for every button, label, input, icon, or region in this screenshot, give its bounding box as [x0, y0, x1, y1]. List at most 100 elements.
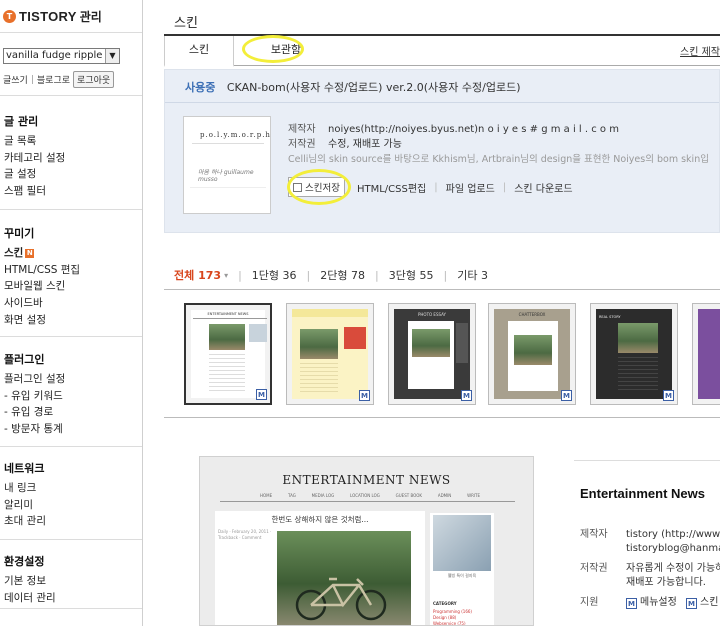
sidebar-group-title: 네트워크 — [4, 462, 45, 475]
logout-button[interactable]: 로그아웃 — [73, 71, 115, 88]
admin-sidebar: T TISTORY 관리 vanilla fudge ripple ▼ 글쓰기 … — [0, 0, 143, 626]
thumb-photo — [300, 329, 338, 359]
skin-create-link[interactable]: 스킨 제작 — [680, 43, 720, 58]
sidebar-item-visitor-stats[interactable]: - 방문자 통계 — [4, 421, 65, 438]
skin-link[interactable]: M 스킨 — [686, 596, 718, 610]
highlight-circle — [242, 35, 304, 63]
sidebar-item-category[interactable]: 카테고리 설정 — [4, 150, 65, 167]
blog-link[interactable]: 블로그로 — [37, 73, 70, 86]
blog-select[interactable]: vanilla fudge ripple ▼ — [3, 48, 120, 64]
mobile-badge: M — [461, 390, 472, 401]
sidebar-item-html-css[interactable]: HTML/CSS 편집 — [4, 262, 80, 279]
preview-nav-item: GUEST BOOK — [395, 493, 423, 498]
skin-description: Celli님의 skin source를 바탕으로 Kkhism님, Artbr… — [288, 154, 708, 165]
action-separator: | — [434, 181, 438, 193]
sidebar-item-mobile-skin[interactable]: 모바일웹 스킨 — [4, 278, 80, 295]
sidebar-item-inflow-path[interactable]: - 유입 경로 — [4, 404, 65, 421]
sidebar-item-data-management[interactable]: 데이터 관리 — [4, 590, 56, 607]
detail-rights-value2: 재배포 가능합니다. — [626, 577, 706, 588]
preview-category-title: CATEGORY — [433, 601, 457, 606]
page-title: 스킨 — [174, 16, 198, 31]
preview-category-item: Webservice (75) — [433, 621, 466, 626]
sidebar-item-plugin-settings[interactable]: 플러그인 설정 — [4, 371, 65, 388]
preview-nav-item: HOME — [260, 493, 273, 498]
thumb-text-lines — [618, 357, 658, 393]
detail-support-row: 지원 M 메뉴설정 M 스킨 — [580, 596, 718, 610]
sidebar-item-basic-info[interactable]: 기본 정보 — [4, 573, 56, 590]
sidebar-group-title: 꾸미기 — [4, 227, 35, 240]
sidebar-group-posts: 글 관리 글 목록 카테고리 설정 글 설정 스팸 필터 — [4, 113, 65, 200]
skin-thumbnail[interactable]: PHOTO ESSAY M — [388, 303, 476, 405]
sidebar-item-inflow-keywords[interactable]: - 유입 키워드 — [4, 388, 65, 405]
maker-row: 제작자 noiyes(http://noiyes.byus.net)n o i y… — [288, 122, 708, 137]
sidebar-item-label: 스킨 — [4, 247, 24, 259]
sidebar-divider — [0, 539, 142, 540]
thumb-header: PHOTO ESSAY — [418, 312, 446, 317]
thumb-canvas — [292, 309, 368, 399]
skin-thumbnail[interactable]: ENTERTAINMENT NEWS M — [184, 303, 272, 405]
maker-value: noiyes(http://noiyes.byus.net)n o i y e … — [328, 124, 619, 135]
filter-1col[interactable]: 1단형 36 — [252, 267, 297, 283]
tistory-logo[interactable]: T TISTORY 관리 — [3, 8, 102, 25]
filter-count: 55 — [419, 269, 434, 282]
sidebar-divider — [0, 608, 142, 609]
filter-separator: | — [238, 268, 242, 282]
rights-value: 수정, 재배포 가능 — [328, 139, 402, 150]
preview-nav: HOME TAG MEDIA LOG LOCATION LOG GUEST BO… — [260, 493, 480, 498]
thumb-rule — [193, 318, 267, 319]
filter-2col[interactable]: 2단형 78 — [320, 267, 365, 283]
file-upload-link[interactable]: 파일 업로드 — [446, 180, 495, 195]
thumb-canvas: REAL STORY — [596, 309, 672, 399]
filter-all[interactable]: 전체 173 — [174, 267, 221, 283]
sidebar-item-notifier[interactable]: 알리미 — [4, 497, 46, 514]
divider — [165, 102, 719, 103]
thumb-canvas: PHOTO ESSAY — [394, 309, 470, 399]
sidebar-divider — [0, 95, 142, 96]
detail-support-values: M 메뉴설정 M 스킨 — [626, 596, 720, 611]
sidebar-divider — [0, 446, 142, 447]
skin-thumbnail[interactable]: REAL STORY M — [590, 303, 678, 405]
detail-maker-label: 제작자 — [580, 529, 608, 540]
skin-thumbnail[interactable]: M — [286, 303, 374, 405]
highlight-circle — [287, 169, 351, 205]
sidebar-item-sidebar[interactable]: 사이드바 — [4, 295, 80, 312]
thumb-rule — [192, 143, 264, 144]
sidebar-group-title: 글 관리 — [4, 115, 39, 128]
thumb-side — [456, 323, 468, 363]
mobile-badge: M — [663, 390, 674, 401]
preview-profile-photo — [433, 515, 491, 571]
html-css-edit-link[interactable]: HTML/CSS편집 — [357, 180, 426, 195]
tab-skin[interactable]: 스킨 — [164, 36, 234, 67]
sidebar-item-screen-settings[interactable]: 화면 설정 — [4, 312, 80, 329]
rights-label: 저작권 — [288, 139, 316, 150]
detail-maker-email: tistoryblog@hanmail.n — [626, 543, 720, 554]
gallery-divider — [164, 289, 720, 290]
filter-label: 기타 — [457, 269, 478, 282]
sidebar-item-invites[interactable]: 초대 관리 — [4, 513, 46, 530]
skin-thumbnail[interactable]: CHATTERBOX M — [488, 303, 576, 405]
filter-count: 78 — [351, 269, 366, 282]
sidebar-group-title: 플러그인 — [4, 353, 45, 366]
sidebar-item-skin[interactable]: 스킨 N — [4, 245, 80, 262]
preview-nav-item: TAG — [287, 493, 296, 498]
sidebar-item-my-links[interactable]: 내 링크 — [4, 480, 46, 497]
sidebar-item-spam-filter[interactable]: 스팸 필터 — [4, 183, 65, 200]
sidebar-item-post-list[interactable]: 글 목록 — [4, 133, 65, 150]
mobile-badge: M — [256, 389, 267, 400]
detail-rights-row: 저작권 자유롭게 수정이 가능하며 — [580, 562, 720, 576]
thumb-photo — [209, 324, 245, 350]
write-link[interactable]: 글쓰기 — [3, 73, 28, 86]
current-skin-panel: 사용중 CKAN-bom(사용자 수정/업로드) ver.2.0(사용자 수정/… — [164, 69, 720, 233]
filter-label: 전체 — [174, 269, 195, 282]
filter-etc[interactable]: 기타 3 — [457, 267, 488, 283]
skin-thumbnail[interactable] — [692, 303, 720, 405]
detail-rule — [574, 460, 720, 461]
skin-download-link[interactable]: 스킨 다운로드 — [514, 180, 572, 195]
gallery-divider — [164, 417, 720, 418]
filter-3col[interactable]: 3단형 55 — [389, 267, 434, 283]
menu-settings-link[interactable]: M 메뉴설정 — [626, 596, 677, 610]
sidebar-item-post-settings[interactable]: 글 설정 — [4, 166, 65, 183]
thumb-subtitle: 마음 하나 guillaume musso — [198, 169, 254, 183]
detail-rights-label: 저작권 — [580, 563, 608, 574]
filter-label: 3단형 — [388, 269, 416, 282]
